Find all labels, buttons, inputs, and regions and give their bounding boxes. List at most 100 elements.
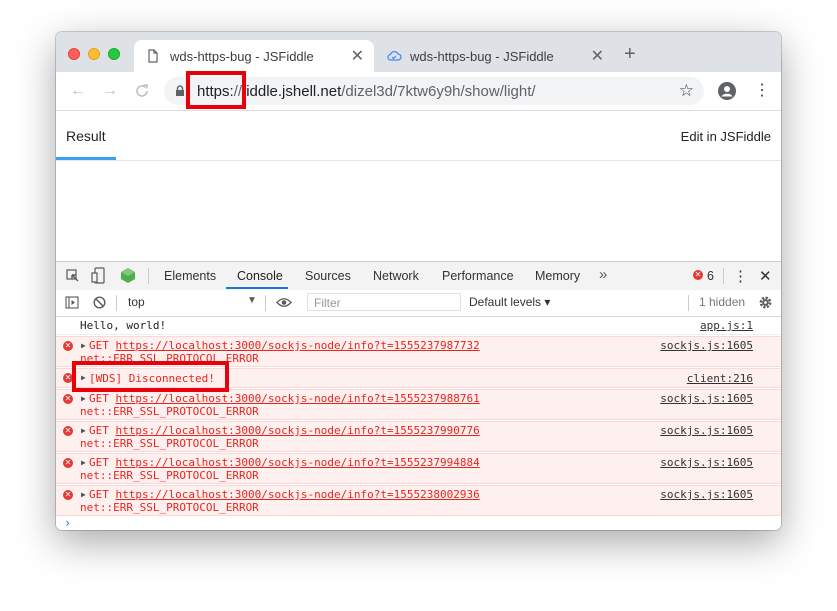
expand-triangle-icon[interactable]: ▶ [81,426,86,435]
request-url-link[interactable]: https://localhost:3000/sockjs-node/info?… [116,456,480,469]
tab-memory[interactable]: Memory [535,269,580,283]
request-url-link[interactable]: https://localhost:3000/sockjs-node/info?… [116,488,480,501]
message-text: Hello, world! [80,319,167,332]
source-link[interactable]: sockjs.js:1605 [660,424,753,437]
source-link[interactable]: sockjs.js:1605 [660,392,753,405]
source-link[interactable]: sockjs.js:1605 [660,339,753,352]
error-icon: ✕ [63,490,73,500]
error-count-icon: ✕ [693,270,703,280]
browser-toolbar: ← → https://fiddle.jshell.net/dizel3d/7k… [56,72,781,111]
page-content: Result Edit in JSFiddle [56,111,781,261]
close-tab-icon[interactable]: ✕ [591,46,604,66]
lock-icon [176,85,184,96]
tab-elements[interactable]: Elements [164,269,216,283]
clear-console-icon[interactable] [93,296,106,309]
tab-performance[interactable]: Performance [442,269,514,283]
browser-window: wds-https-bug - JSFiddle ✕ wds-https-bug… [56,32,781,530]
source-link[interactable]: client:216 [687,372,753,385]
highlight-box-wds-disconnected [72,361,229,392]
devtools-menu-icon[interactable]: ⋮ [733,267,748,285]
profile-avatar-icon[interactable] [718,82,736,100]
source-link[interactable]: sockjs.js:1605 [660,456,753,469]
active-tab-underline [226,287,288,289]
error-detail: net::ERR_SSL_PROTOCOL_ERROR [80,437,259,450]
cloud-icon [387,50,402,61]
error-icon: ✕ [63,394,73,404]
divider [148,268,149,284]
tab-strip: wds-https-bug - JSFiddle ✕ wds-https-bug… [56,32,781,72]
request-url-link[interactable]: https://localhost:3000/sockjs-node/info?… [116,424,480,437]
error-icon: ✕ [63,426,73,436]
result-tab[interactable]: Result [66,128,106,144]
expand-triangle-icon[interactable]: ▶ [81,394,86,403]
divider [723,268,724,284]
close-tab-icon[interactable]: ✕ [351,46,364,66]
new-tab-button[interactable]: + [624,44,636,64]
tab-inactive[interactable]: wds-https-bug - JSFiddle ✕ [374,40,614,72]
vue-devtools-icon[interactable] [120,267,136,284]
error-detail: net::ERR_SSL_PROTOCOL_ERROR [80,405,259,418]
divider [116,295,117,311]
zoom-window-button[interactable] [108,48,120,60]
expand-triangle-icon[interactable]: ▶ [81,458,86,467]
error-detail: net::ERR_SSL_PROTOCOL_ERROR [80,469,259,482]
context-select[interactable]: top [128,295,145,309]
console-filter-bar: top ▼ Filter Default levels ▾ 1 hidden [56,290,781,317]
divider [56,160,781,161]
close-devtools-icon[interactable]: ✕ [759,267,772,285]
inspect-element-icon[interactable] [66,269,80,283]
url-path: /dizel3d/7ktw6y9h/show/light/ [341,83,536,100]
console-error: ✕ ▶ GET https://localhost:3000/sockjs-no… [56,453,781,484]
minimize-window-button[interactable] [88,48,100,60]
request-url-link[interactable]: https://localhost:3000/sockjs-node/info?… [116,339,480,352]
edit-in-jsfiddle-link[interactable]: Edit in JSFiddle [681,129,771,144]
tab-network[interactable]: Network [373,269,419,283]
forward-arrow-icon[interactable]: → [102,82,118,100]
request-method: GET [89,424,109,437]
console-message: Hello, world! app.js:1 [56,317,781,335]
console-error: ✕ ▶ GET https://localhost:3000/sockjs-no… [56,421,781,452]
url-host: fiddle.jshell.net [242,83,342,100]
console-prompt-icon[interactable]: › [64,516,71,530]
context-dropdown-icon[interactable]: ▼ [247,295,257,306]
error-count[interactable]: 6 [707,269,714,283]
document-icon [148,49,158,63]
request-method: GET [89,392,109,405]
error-icon: ✕ [63,458,73,468]
source-link[interactable]: app.js:1 [700,319,753,332]
console-error: ✕ ▶ GET https://localhost:3000/sockjs-no… [56,485,781,516]
eye-icon[interactable] [276,297,292,308]
divider [265,295,266,311]
close-window-button[interactable] [68,48,80,60]
tab-sources[interactable]: Sources [305,269,351,283]
devtools-tab-bar: Elements Console Sources Network Perform… [56,261,781,291]
filter-input[interactable]: Filter [307,293,461,311]
source-link[interactable]: sockjs.js:1605 [660,488,753,501]
bookmark-star-icon[interactable]: ☆ [679,81,694,101]
reload-icon[interactable] [134,83,150,99]
expand-triangle-icon[interactable]: ▶ [81,490,86,499]
divider [688,295,689,311]
tab-title: wds-https-bug - JSFiddle [410,49,554,64]
request-url-link[interactable]: https://localhost:3000/sockjs-node/info?… [116,392,480,405]
tab-console[interactable]: Console [237,269,283,283]
more-tabs-icon[interactable]: » [599,266,607,283]
console-error: ✕ ▶ GET https://localhost:3000/sockjs-no… [56,389,781,420]
log-levels-dropdown[interactable]: Default levels ▾ [469,295,550,309]
highlight-box-https [186,71,246,109]
request-method: GET [89,339,109,352]
show-sidebar-icon[interactable] [65,296,79,309]
settings-gear-icon[interactable] [758,295,773,310]
request-method: GET [89,488,109,501]
error-icon: ✕ [63,341,73,351]
browser-menu-icon[interactable]: ⋮ [754,80,770,100]
console-output: Hello, world! app.js:1 ✕ ▶ GET https://l… [56,317,781,530]
url-text: https://fiddle.jshell.net/dizel3d/7ktw6y… [197,83,536,100]
expand-triangle-icon[interactable]: ▶ [81,341,86,350]
device-toolbar-icon[interactable] [91,267,105,284]
back-arrow-icon[interactable]: ← [70,82,86,100]
error-detail: net::ERR_SSL_PROTOCOL_ERROR [80,501,259,514]
hidden-count: 1 hidden [699,295,746,309]
person-icon [721,86,733,97]
tab-active[interactable]: wds-https-bug - JSFiddle ✕ [134,40,374,72]
